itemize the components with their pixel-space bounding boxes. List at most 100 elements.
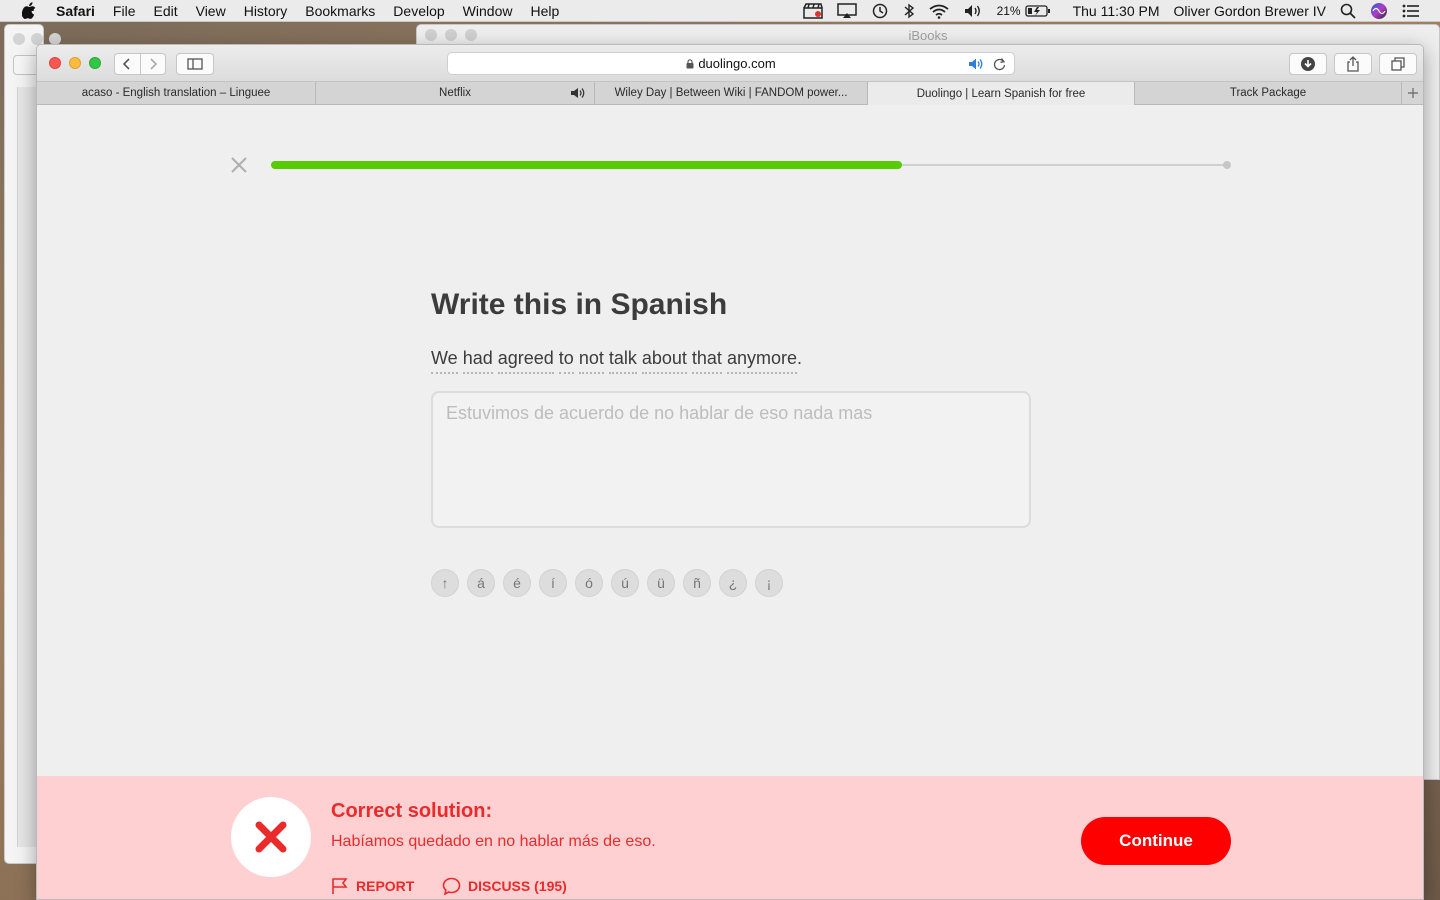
bluetooth-icon[interactable] [903,3,915,19]
airplay-icon[interactable] [836,3,857,19]
prompt-word[interactable]: had [462,348,493,374]
feedback-panel: Correct solution: Habíamos quedado en no… [37,776,1423,899]
prompt-word[interactable]: anymore [726,348,797,374]
back-button[interactable] [115,54,140,74]
correct-solution-text: Habíamos quedado en no hablar más de eso… [331,833,656,850]
tab-label: Duolingo | Learn Spanish for free [916,87,1086,100]
tab-netflix[interactable]: Netflix [316,82,595,104]
ibooks-window-title: iBooks [908,27,948,43]
prompt-sentence: We had agreed to not talk about that anymore. [431,348,802,374]
audio-playing-icon[interactable] [968,57,984,74]
prompt-word[interactable]: about [641,348,687,374]
sidebar-button[interactable] [176,53,214,75]
url-text: duolingo.com [698,56,776,71]
apple-menu-icon[interactable] [18,2,40,19]
special-char-button[interactable]: ú [611,569,639,597]
report-button[interactable]: REPORT [331,877,414,895]
special-character-keys: ↑ á é í ó ú ü ñ ¿ ¡ [431,569,783,597]
chevron-left-icon [123,58,130,70]
tabs-icon [1391,57,1405,71]
status-menus: 21% Thu 11:30 PM Oliver Gordon Brewer IV [789,0,1440,22]
spotlight-search-icon[interactable] [1340,3,1356,19]
menu-app-safari[interactable]: Safari [52,3,104,19]
zoom-window-button[interactable] [89,57,101,69]
chevron-right-icon [150,58,157,70]
browser-toolbar: duolingo.com [37,45,1423,82]
prompt-word[interactable]: that [691,348,722,374]
tab-label: Netflix [439,87,471,99]
continue-button[interactable]: Continue [1081,817,1231,865]
comment-icon [442,877,461,895]
progress-end-dot [1223,161,1231,169]
special-char-button[interactable]: ¿ [719,569,747,597]
minimize-window-button[interactable] [69,57,81,69]
tab-label: Track Package [1229,87,1307,99]
close-icon [231,157,247,173]
tab-duolingo[interactable]: Duolingo | Learn Spanish for free [868,82,1135,105]
clock[interactable]: Thu 11:30 PM [1073,3,1160,19]
prompt-word[interactable]: We [431,348,458,374]
battery-percent: 21% [996,4,1021,18]
menu-window[interactable]: Window [454,3,522,19]
prompt-word[interactable]: agreed [497,348,554,374]
tab-track-package[interactable]: Track Package [1135,82,1402,104]
discuss-label: DISCUSS (195) [468,878,567,894]
safari-window: duolingo.com acaso - English translation… [36,44,1424,900]
plus-icon [1408,88,1418,98]
tab-linguee[interactable]: acaso - English translation – Linguee [37,82,316,104]
download-icon [1301,57,1315,71]
menu-history[interactable]: History [235,3,297,19]
new-tab-button[interactable] [1402,82,1423,104]
menu-develop[interactable]: Develop [384,3,453,19]
forward-button[interactable] [139,54,166,74]
history-navigation [114,53,166,75]
incorrect-x-icon [255,821,287,853]
quit-lesson-button[interactable] [230,156,248,174]
clapperboard-icon[interactable] [802,3,823,19]
tab-bar: acaso - English translation – Linguee Ne… [37,82,1423,105]
downloads-button[interactable] [1289,53,1327,75]
tab-overview-button[interactable] [1379,53,1417,75]
menu-help[interactable]: Help [521,3,568,19]
prompt-word[interactable]: not [578,348,604,374]
special-char-button[interactable]: é [503,569,531,597]
lock-icon [686,58,694,69]
menu-view[interactable]: View [187,3,235,19]
share-button[interactable] [1334,53,1372,75]
special-char-button[interactable]: ¡ [755,569,783,597]
tab-label: Wiley Day | Between Wiki | FANDOM power.… [614,87,848,99]
progress-bar-fill [271,161,902,169]
tab-label: acaso - English translation – Linguee [81,87,271,99]
wifi-icon[interactable] [929,4,949,19]
address-bar[interactable]: duolingo.com [447,52,1015,75]
battery-icon[interactable] [1024,4,1051,18]
tab-wiley-day[interactable]: Wiley Day | Between Wiki | FANDOM power.… [595,82,868,104]
time-machine-icon[interactable] [871,3,889,19]
sidebar-icon [187,58,203,70]
share-icon [1347,56,1359,72]
incorrect-badge [231,797,311,877]
user-name[interactable]: Oliver Gordon Brewer IV [1174,3,1327,19]
notification-center-icon[interactable] [1402,4,1420,18]
siri-icon[interactable] [1370,2,1388,20]
menu-bar: Safari File Edit View History Bookmarks … [0,0,1440,22]
flag-icon [332,878,348,894]
close-window-button[interactable] [49,57,61,69]
menu-file[interactable]: File [104,3,145,19]
shift-key-button[interactable]: ↑ [431,569,459,597]
menu-bookmarks[interactable]: Bookmarks [296,3,384,19]
prompt-word[interactable]: to [558,348,574,374]
special-char-button[interactable]: ñ [683,569,711,597]
menu-edit[interactable]: Edit [144,3,186,19]
volume-icon[interactable] [963,3,983,19]
special-char-button[interactable]: á [467,569,495,597]
speaker-icon[interactable] [570,87,586,102]
special-char-button[interactable]: ü [647,569,675,597]
special-char-button[interactable]: ó [575,569,603,597]
reload-icon[interactable] [993,57,1006,74]
discuss-button[interactable]: DISCUSS (195) [442,877,567,895]
window-controls [49,57,101,69]
special-char-button[interactable]: í [539,569,567,597]
answer-input[interactable] [431,391,1031,528]
prompt-word[interactable]: talk [608,348,637,374]
